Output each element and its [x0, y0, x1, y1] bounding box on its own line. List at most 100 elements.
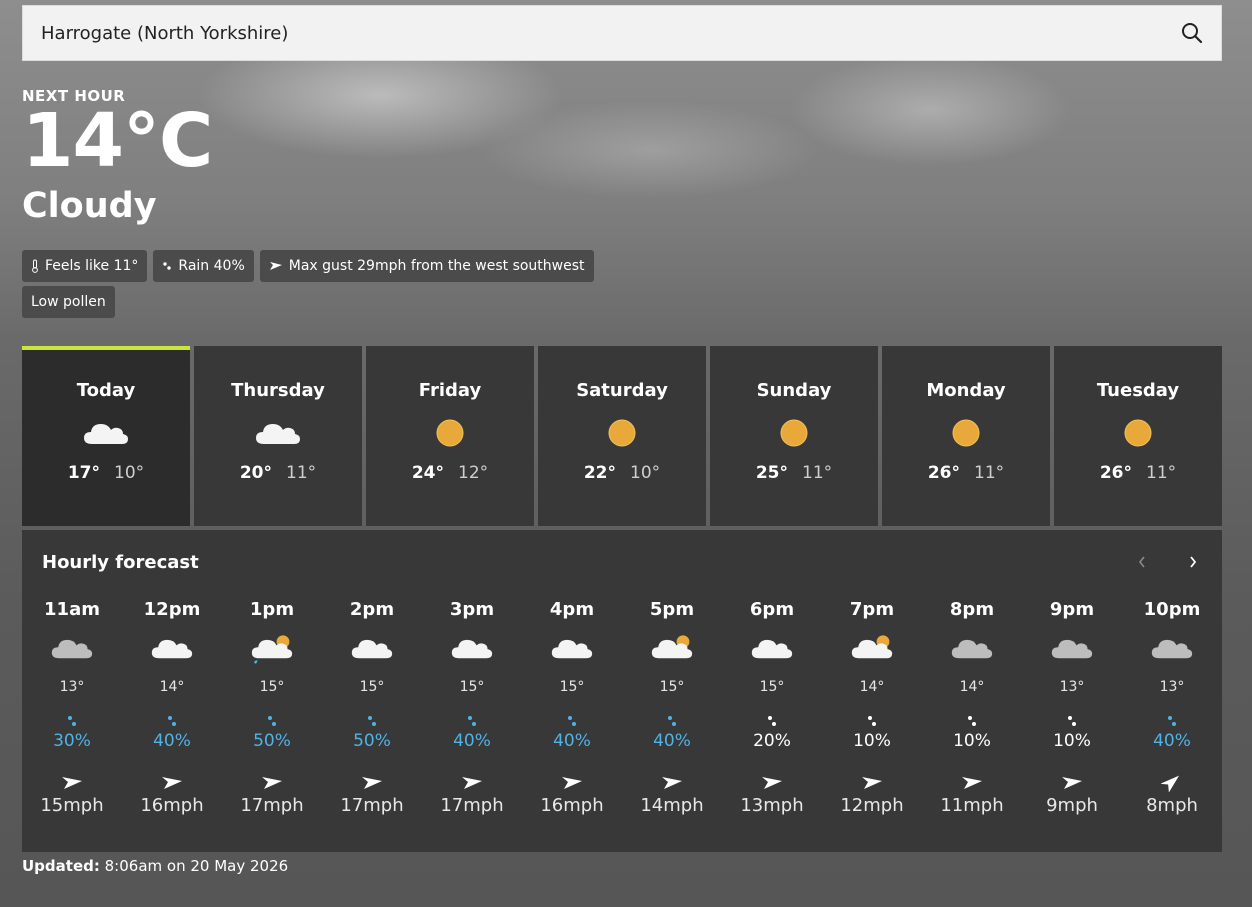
raindrops-icon — [768, 716, 776, 726]
wind-direction-icon — [462, 777, 482, 789]
location-search-input[interactable] — [23, 6, 1163, 60]
gust-chip: Max gust 29mph from the west southwest — [259, 250, 594, 282]
hour-column: 4pm 15° 40% 16mph — [522, 590, 622, 820]
wind-direction-icon — [162, 777, 182, 789]
hour-rain-icon — [966, 704, 978, 728]
hour-temperature: 15° — [559, 679, 585, 695]
day-name: Monday — [926, 380, 1006, 401]
hour-rain-icon — [1066, 704, 1078, 728]
day-name: Thursday — [231, 380, 325, 401]
raindrops-icon — [468, 716, 476, 726]
raindrops-icon — [368, 716, 376, 726]
hour-column: 11am 13° 30% 15mph — [22, 590, 122, 820]
current-condition: Cloudy — [22, 186, 157, 226]
hour-time: 7pm — [849, 599, 895, 620]
hour-wind-arrow — [961, 754, 983, 792]
hour-rain-icon — [366, 704, 378, 728]
hour-rain-icon — [466, 704, 478, 728]
hour-weather-icon — [650, 630, 694, 670]
day-min-temp: 11° — [802, 463, 833, 483]
day-name: Sunday — [756, 380, 832, 401]
hour-wind-speed: 12mph — [840, 795, 904, 816]
hour-temperature: 15° — [259, 679, 285, 695]
hour-temperature: 13° — [1059, 679, 1085, 695]
hour-rain-chance: 30% — [53, 731, 91, 751]
hour-wind-speed: 17mph — [440, 795, 504, 816]
feels-like-text: Feels like 11° — [45, 258, 139, 274]
current-temperature: 14°C — [22, 98, 213, 184]
sun-icon — [780, 419, 808, 447]
grey-cloud-icon — [1151, 639, 1193, 659]
sun-cloud-icon — [651, 635, 693, 659]
wind-direction-icon — [662, 777, 682, 789]
hour-wind-arrow — [161, 754, 183, 792]
cloud-icon — [84, 424, 128, 444]
day-max-temp: 26° — [1099, 463, 1133, 483]
hour-rain-icon — [566, 704, 578, 728]
hour-wind-arrow — [861, 754, 883, 792]
hour-column: 7pm 14° 10% 12mph — [822, 590, 922, 820]
hour-rain-chance: 50% — [353, 731, 391, 751]
hour-column: 5pm 15° 40% 14mph — [622, 590, 722, 820]
hour-time: 2pm — [349, 599, 395, 620]
hour-temperature: 13° — [59, 679, 85, 695]
hour-time: 3pm — [449, 599, 495, 620]
pollen-chip: Low pollen — [22, 286, 115, 318]
day-tab-saturday[interactable]: Saturday 22° 10° — [538, 346, 706, 526]
raindrops-icon — [568, 716, 576, 726]
day-max-temp: 24° — [411, 463, 445, 483]
hour-rain-chance: 50% — [253, 731, 291, 751]
hour-wind-speed: 16mph — [540, 795, 604, 816]
hour-wind-speed: 8mph — [1146, 795, 1198, 816]
day-tab-thursday[interactable]: Thursday 20° 11° — [194, 346, 362, 526]
hour-wind-speed: 17mph — [240, 795, 304, 816]
day-min-temp: 11° — [974, 463, 1005, 483]
hourly-next-button[interactable] — [1181, 550, 1205, 574]
hour-rain-icon — [66, 704, 78, 728]
hour-wind-speed: 9mph — [1046, 795, 1098, 816]
hour-wind-arrow — [261, 754, 283, 792]
cloud-icon — [751, 639, 793, 659]
day-max-temp: 17° — [67, 463, 101, 483]
hour-column: 2pm 15° 50% 17mph — [322, 590, 422, 820]
hour-rain-chance: 20% — [753, 731, 791, 751]
sun-cloud-icon — [851, 635, 893, 659]
day-tab-monday[interactable]: Monday 26° 11° — [882, 346, 1050, 526]
hour-time: 9pm — [1049, 599, 1095, 620]
feels-like-chip: Feels like 11° — [22, 250, 148, 282]
thermometer-icon — [32, 259, 38, 273]
hour-wind-speed: 13mph — [740, 795, 804, 816]
day-tab-sunday[interactable]: Sunday 25° 11° — [710, 346, 878, 526]
day-min-temp: 10° — [114, 463, 145, 483]
chevron-right-icon — [1190, 556, 1197, 568]
hour-weather-icon — [850, 630, 894, 670]
hour-rain-icon — [766, 704, 778, 728]
raindrops-icon — [68, 716, 76, 726]
hour-weather-icon — [150, 630, 194, 670]
day-tab-tuesday[interactable]: Tuesday 26° 11° — [1054, 346, 1222, 526]
hour-wind-speed: 11mph — [940, 795, 1004, 816]
hour-weather-icon — [50, 630, 94, 670]
cloud-icon — [256, 424, 300, 444]
day-tab-friday[interactable]: Friday 24° 12° — [366, 346, 534, 526]
day-tab-today[interactable]: Today 17° 10° — [22, 346, 190, 526]
day-min-temp: 10° — [630, 463, 661, 483]
hour-temperature: 15° — [359, 679, 385, 695]
grey-cloud-icon — [951, 639, 993, 659]
search-icon — [1182, 23, 1203, 44]
day-max-temp: 26° — [927, 463, 961, 483]
hour-time: 1pm — [249, 599, 295, 620]
cloud-icon — [151, 639, 193, 659]
hour-temperature: 13° — [1159, 679, 1185, 695]
hour-wind-arrow — [1161, 754, 1183, 792]
hour-column: 6pm 15° 20% 13mph — [722, 590, 822, 820]
hourly-prev-button[interactable] — [1130, 550, 1154, 574]
hour-wind-arrow — [761, 754, 783, 792]
hour-column: 8pm 14° 10% 11mph — [922, 590, 1022, 820]
search-button[interactable] — [1163, 6, 1221, 60]
hour-temperature: 14° — [859, 679, 885, 695]
sun-icon — [1124, 419, 1152, 447]
hour-rain-icon — [266, 704, 278, 728]
day-min-temp: 11° — [286, 463, 317, 483]
hour-time: 8pm — [949, 599, 995, 620]
